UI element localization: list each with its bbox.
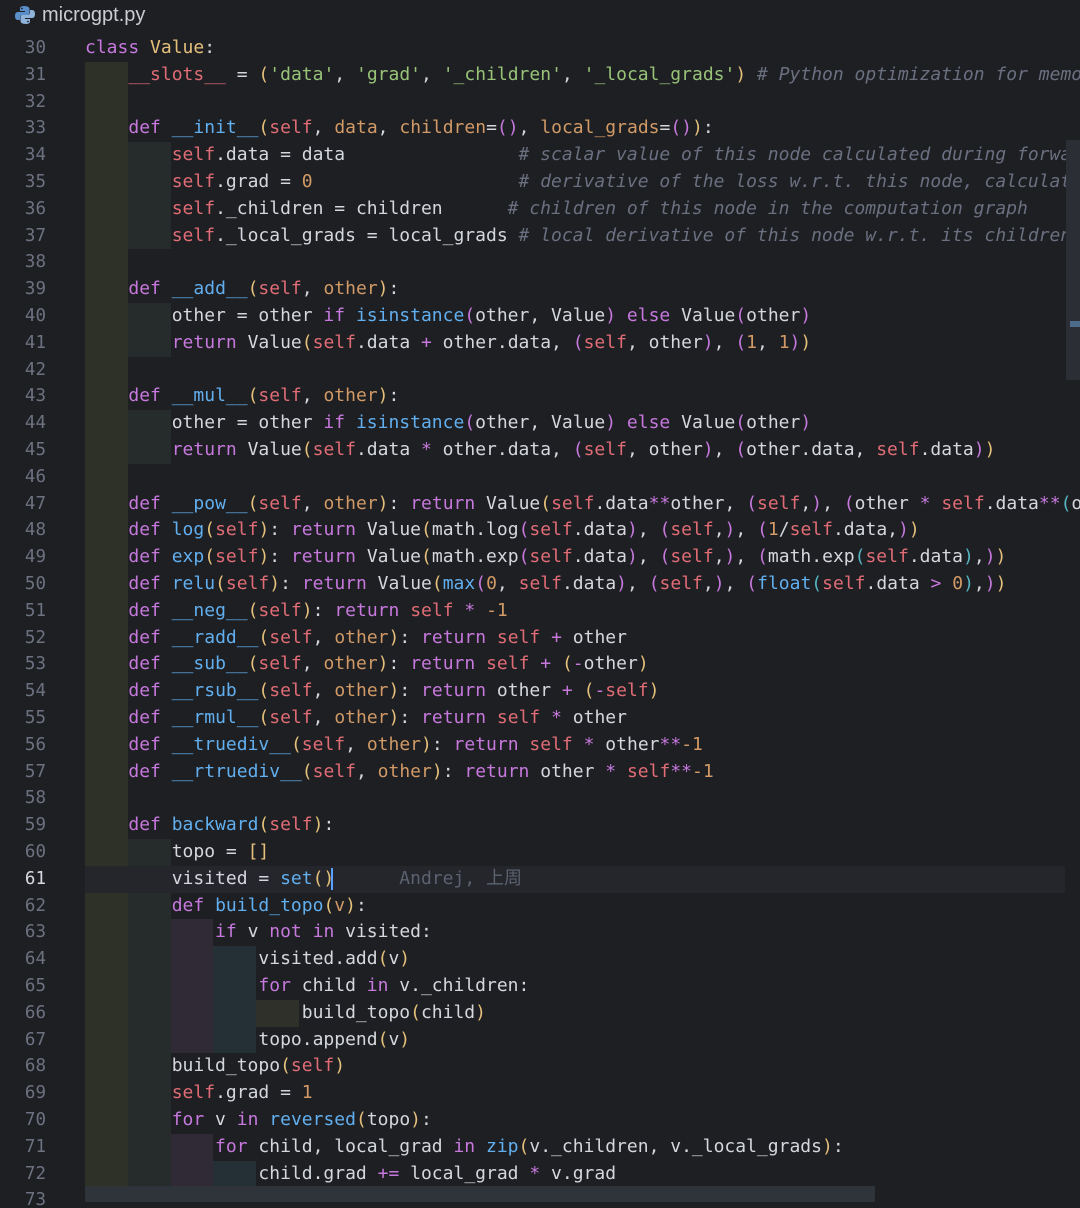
code-editor[interactable]: 30 class Value: 31 __slots__ = ('data', 'g… [0,34,1080,1208]
code-line[interactable]: self._children = children # children of … [85,196,1028,222]
code-line[interactable]: self._local_grads = local_grads # local … [85,223,1071,249]
line-number: 73 [24,1190,46,1208]
code-line[interactable]: build_topo(child) [85,1000,486,1026]
code-line[interactable]: def __rsub__(self, other): return other … [85,678,659,704]
line-number: 67 [24,1029,46,1050]
line-number: 63 [24,922,46,943]
line-number: 65 [24,976,46,996]
indent-guide [85,88,128,116]
code-line[interactable]: other = other if isinstance(other, Value… [85,303,811,329]
indent-guide [85,785,128,813]
code-line[interactable]: def __init__(self, data, children=(), lo… [85,115,713,141]
code-line[interactable]: def build_topo(v): [85,893,367,919]
line-number: 60 [24,842,46,862]
code-line[interactable]: self.data = data # scalar value of this … [85,142,1080,168]
line-number: 71 [24,1136,46,1157]
line-number: 42 [24,359,46,380]
code-line[interactable]: class Value: [85,35,215,61]
code-line[interactable]: if v not in visited: [85,919,432,945]
code-line[interactable]: topo = [] [85,839,270,865]
line-number: 56 [24,734,46,755]
code-line[interactable]: def __truediv__(self, other): return sel… [85,732,703,758]
scrollbar-cursor-marker [1070,321,1080,327]
horizontal-scrollbar[interactable] [85,1186,875,1202]
line-number: 49 [24,547,46,568]
code-line[interactable]: self.grad = 1 [85,1080,313,1106]
line-number: 55 [24,708,46,728]
code-line[interactable]: visited.add(v) [85,946,410,972]
line-number: 72 [24,1163,46,1184]
line-number: 32 [24,91,46,112]
line-number: 69 [24,1083,46,1104]
line-number: 33 [24,118,46,139]
code-line[interactable]: self.grad = 0 # derivative of the loss w… [85,169,1080,195]
line-number: 50 [24,574,46,594]
code-line[interactable]: __slots__ = ('data', 'grad', '_children'… [85,62,1080,88]
line-number: 35 [24,172,46,192]
vertical-scrollbar[interactable] [1066,140,1080,380]
line-number: 51 [24,600,46,621]
indent-guide [85,463,128,491]
tab-filename: microgpt.py [42,4,146,26]
line-number: 34 [24,145,46,166]
code-line[interactable]: visited = set() Andrej, 上周 [85,866,522,892]
code-line[interactable]: def exp(self): return Value(math.exp(sel… [85,544,1006,570]
line-number: 43 [24,386,46,407]
code-line[interactable]: def __sub__(self, other): return self + … [85,651,648,677]
line-number: 70 [24,1110,46,1130]
line-number: 57 [24,761,46,782]
python-icon [15,6,35,24]
line-number: 31 [24,64,46,85]
code-line[interactable]: build_topo(self) [85,1053,345,1079]
code-line[interactable]: def __radd__(self, other): return self +… [85,625,627,651]
line-number: 64 [24,949,46,970]
text-caret [331,867,333,890]
line-number: 52 [24,627,46,648]
code-line[interactable]: def __rmul__(self, other): return self *… [85,705,627,731]
line-number: 38 [24,252,46,273]
line-number: 40 [24,306,46,326]
line-number: 41 [24,332,46,353]
git-blame-annotation: Andrej, 上周 [334,867,522,889]
code-line[interactable]: def backward(self): [85,812,334,838]
code-line[interactable]: def __neg__(self): return self * -1 [85,598,507,624]
code-line[interactable]: def __pow__(self, other): return Value(s… [85,491,1080,517]
code-line[interactable]: return Value(self.data + other.data, (se… [85,330,812,356]
line-number: 58 [24,788,46,809]
code-line[interactable]: child.grad += local_grad * v.grad [85,1161,616,1187]
line-number: 36 [24,198,46,219]
line-number: 37 [24,225,46,246]
line-number: 66 [24,1002,46,1023]
line-number: 54 [24,681,46,702]
line-number: 30 [24,38,46,58]
line-number: 59 [24,815,46,836]
code-line[interactable]: other = other if isinstance(other, Value… [85,410,811,436]
code-line[interactable]: for child, local_grad in zip(v._children… [85,1134,844,1160]
line-number: 47 [24,493,46,514]
indent-guide [85,249,128,277]
code-line[interactable]: def __add__(self, other): [85,276,399,302]
line-number: 48 [24,520,46,541]
code-line[interactable]: def __mul__(self, other): [85,383,399,409]
code-line[interactable]: return Value(self.data * other.data, (se… [85,437,996,463]
line-number: 53 [24,654,46,675]
code-line[interactable]: for v in reversed(topo): [85,1107,432,1133]
code-line[interactable]: for child in v._children: [85,973,529,999]
line-number: 39 [24,279,46,300]
code-line[interactable]: def log(self): return Value(math.log(sel… [85,517,919,543]
line-number: 46 [24,466,46,487]
line-number: 44 [24,413,46,434]
line-number: 61 [24,868,46,889]
line-number: 62 [24,895,46,916]
code-line[interactable]: def relu(self): return Value(max(0, self… [85,571,1006,597]
line-number: 68 [24,1056,46,1077]
line-number: 45 [24,440,46,460]
indent-guide [85,356,128,384]
code-line[interactable]: def __rtruediv__(self, other): return ot… [85,759,713,785]
code-line[interactable]: topo.append(v) [85,1027,410,1053]
editor-tab[interactable]: microgpt.py [0,0,1080,30]
